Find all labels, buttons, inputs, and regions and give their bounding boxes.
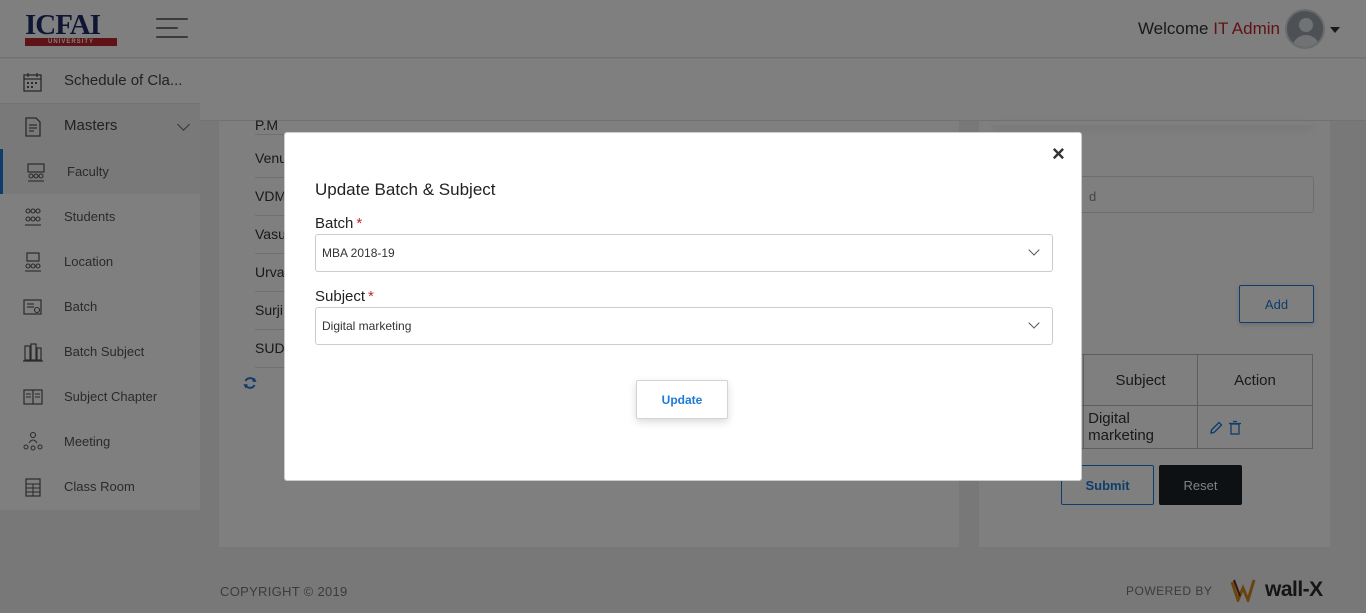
subject-label: Subject * (315, 288, 374, 305)
batch-label-text: Batch (315, 215, 354, 232)
update-button[interactable]: Update (636, 380, 728, 419)
required-mark: * (356, 215, 363, 232)
close-icon[interactable]: × (1052, 143, 1065, 165)
subject-label-text: Subject (315, 288, 366, 305)
subject-select-value: Digital marketing (322, 319, 412, 333)
batch-select[interactable]: MBA 2018-19 (315, 234, 1053, 272)
modal-title: Update Batch & Subject (315, 180, 496, 199)
subject-select[interactable]: Digital marketing (315, 307, 1053, 345)
batch-select-value: MBA 2018-19 (322, 246, 395, 260)
required-mark: * (368, 288, 374, 305)
chevron-down-icon (1028, 244, 1040, 256)
update-batch-subject-modal: × Update Batch & Subject Batch * MBA 2018… (284, 132, 1082, 481)
batch-label: Batch * (315, 215, 362, 232)
chevron-down-icon (1028, 317, 1040, 329)
